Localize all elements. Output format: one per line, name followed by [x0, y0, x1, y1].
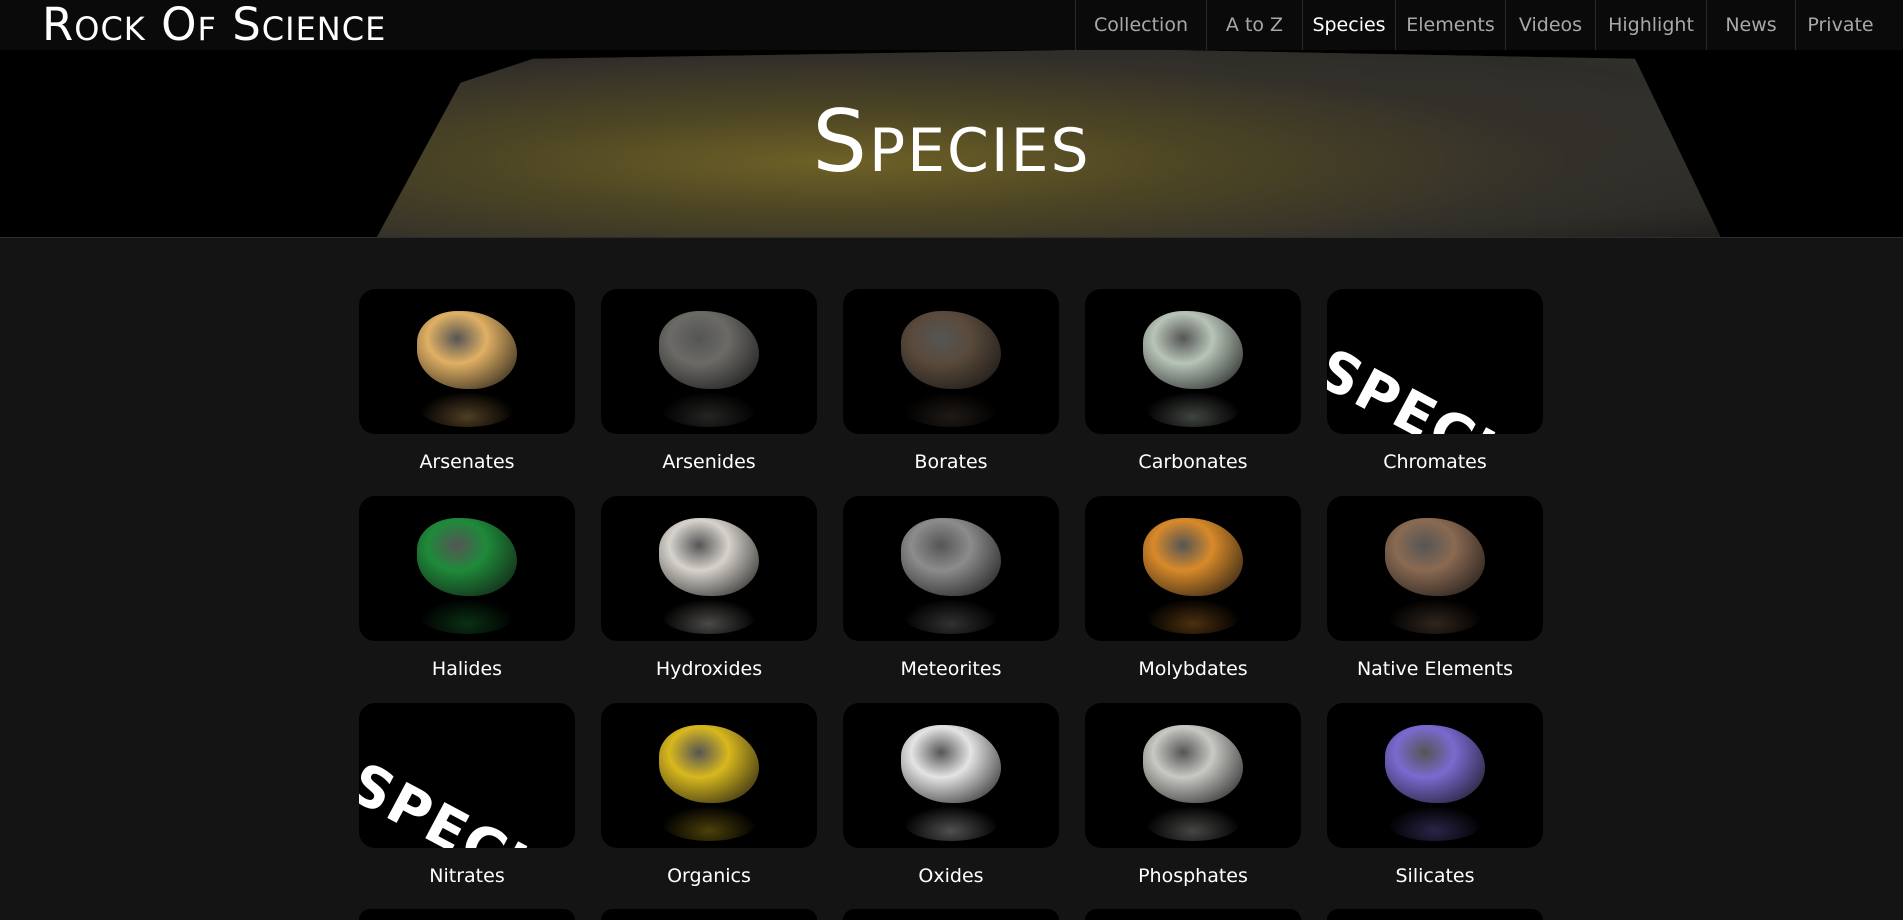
nav-item-a-to-z[interactable]: A to Z: [1206, 0, 1302, 50]
species-card-meteorites[interactable]: Meteorites: [843, 496, 1059, 680]
mineral-specimen-image: [659, 310, 759, 389]
site-logo[interactable]: Rock Of Science: [42, 2, 386, 48]
specimen-reflection: [421, 393, 513, 427]
mineral-specimen-image: [1143, 517, 1243, 596]
species-label[interactable]: Native Elements: [1327, 658, 1543, 680]
nav-item-private[interactable]: Private: [1795, 0, 1885, 50]
placeholder-label: SPECIES: [1327, 336, 1543, 434]
page-title: Species: [812, 92, 1091, 192]
species-thumbnail[interactable]: [843, 289, 1059, 434]
mineral-specimen-image: [1143, 724, 1243, 803]
partial-card[interactable]: [359, 909, 575, 920]
species-label[interactable]: Halides: [359, 658, 575, 680]
species-thumbnail[interactable]: [1085, 703, 1301, 848]
specimen-reflection: [905, 600, 997, 634]
species-card-hydroxides[interactable]: Hydroxides: [601, 496, 817, 680]
species-label[interactable]: Arsenates: [359, 451, 575, 473]
nav-item-species[interactable]: Species: [1302, 0, 1395, 50]
species-label[interactable]: Phosphates: [1085, 865, 1301, 887]
mineral-specimen-image: [1385, 517, 1485, 596]
specimen-reflection: [663, 393, 755, 427]
specimen-reflection: [663, 600, 755, 634]
species-card-chromates[interactable]: SPECIES Chromates: [1327, 289, 1543, 473]
main-nav: Collection A to Z Species Elements Video…: [1075, 0, 1885, 50]
mineral-specimen-image: [417, 517, 517, 596]
species-label[interactable]: Chromates: [1327, 451, 1543, 473]
species-card-phosphates[interactable]: Phosphates: [1085, 703, 1301, 887]
species-thumbnail[interactable]: [1327, 496, 1543, 641]
nav-item-elements[interactable]: Elements: [1395, 0, 1505, 50]
species-label[interactable]: Nitrates: [359, 865, 575, 887]
species-thumbnail[interactable]: [601, 289, 817, 434]
species-thumbnail[interactable]: [359, 496, 575, 641]
species-card-nitrates[interactable]: SPECIES Nitrates: [359, 703, 575, 887]
placeholder-label: SPECIES: [359, 750, 575, 848]
mineral-specimen-image: [417, 310, 517, 389]
species-card-carbonates[interactable]: Carbonates: [1085, 289, 1301, 473]
species-label[interactable]: Borates: [843, 451, 1059, 473]
species-thumbnail[interactable]: SPECIES: [1327, 289, 1543, 434]
mineral-specimen-image: [659, 517, 759, 596]
specimen-reflection: [1389, 600, 1481, 634]
species-thumbnail[interactable]: [601, 703, 817, 848]
mineral-specimen-image: [659, 724, 759, 803]
top-navigation-bar: Rock Of Science Collection A to Z Specie…: [0, 0, 1903, 50]
species-thumbnail[interactable]: [601, 496, 817, 641]
species-label[interactable]: Carbonates: [1085, 451, 1301, 473]
species-label[interactable]: Meteorites: [843, 658, 1059, 680]
specimen-reflection: [1147, 393, 1239, 427]
partial-card[interactable]: [601, 909, 817, 920]
species-label[interactable]: Organics: [601, 865, 817, 887]
nav-item-videos[interactable]: Videos: [1505, 0, 1595, 50]
species-thumbnail[interactable]: [1085, 289, 1301, 434]
specimen-reflection: [1147, 807, 1239, 841]
specimen-reflection: [1389, 807, 1481, 841]
species-card-silicates[interactable]: Silicates: [1327, 703, 1543, 887]
species-thumbnail[interactable]: [359, 289, 575, 434]
mineral-specimen-image: [901, 310, 1001, 389]
species-card-organics[interactable]: Organics: [601, 703, 817, 887]
mineral-specimen-image: [1385, 724, 1485, 803]
species-thumbnail[interactable]: SPECIES: [359, 703, 575, 848]
species-card-arsenates[interactable]: Arsenates: [359, 289, 575, 473]
species-card-molybdates[interactable]: Molybdates: [1085, 496, 1301, 680]
species-thumbnail[interactable]: [1085, 496, 1301, 641]
mineral-specimen-image: [1143, 310, 1243, 389]
species-thumbnail[interactable]: [1327, 703, 1543, 848]
specimen-reflection: [905, 807, 997, 841]
species-card-halides[interactable]: Halides: [359, 496, 575, 680]
species-label[interactable]: Oxides: [843, 865, 1059, 887]
species-card-oxides[interactable]: Oxides: [843, 703, 1059, 887]
partial-card[interactable]: [1085, 909, 1301, 920]
partial-card[interactable]: [843, 909, 1059, 920]
species-label[interactable]: Hydroxides: [601, 658, 817, 680]
species-card-borates[interactable]: Borates: [843, 289, 1059, 473]
mineral-specimen-image: [901, 517, 1001, 596]
species-label[interactable]: Silicates: [1327, 865, 1543, 887]
specimen-reflection: [905, 393, 997, 427]
nav-item-news[interactable]: News: [1706, 0, 1795, 50]
species-label[interactable]: Arsenides: [601, 451, 817, 473]
specimen-reflection: [663, 807, 755, 841]
specimen-reflection: [1147, 600, 1239, 634]
species-label[interactable]: Molybdates: [1085, 658, 1301, 680]
species-card-arsenides[interactable]: Arsenides: [601, 289, 817, 473]
specimen-reflection: [421, 600, 513, 634]
species-thumbnail[interactable]: [843, 496, 1059, 641]
partial-card[interactable]: [1327, 909, 1543, 920]
nav-item-collection[interactable]: Collection: [1075, 0, 1206, 50]
species-card-native-elements[interactable]: Native Elements: [1327, 496, 1543, 680]
mineral-specimen-image: [901, 724, 1001, 803]
hero-banner: Species: [0, 50, 1903, 238]
species-thumbnail[interactable]: [843, 703, 1059, 848]
nav-item-highlight[interactable]: Highlight: [1595, 0, 1706, 50]
